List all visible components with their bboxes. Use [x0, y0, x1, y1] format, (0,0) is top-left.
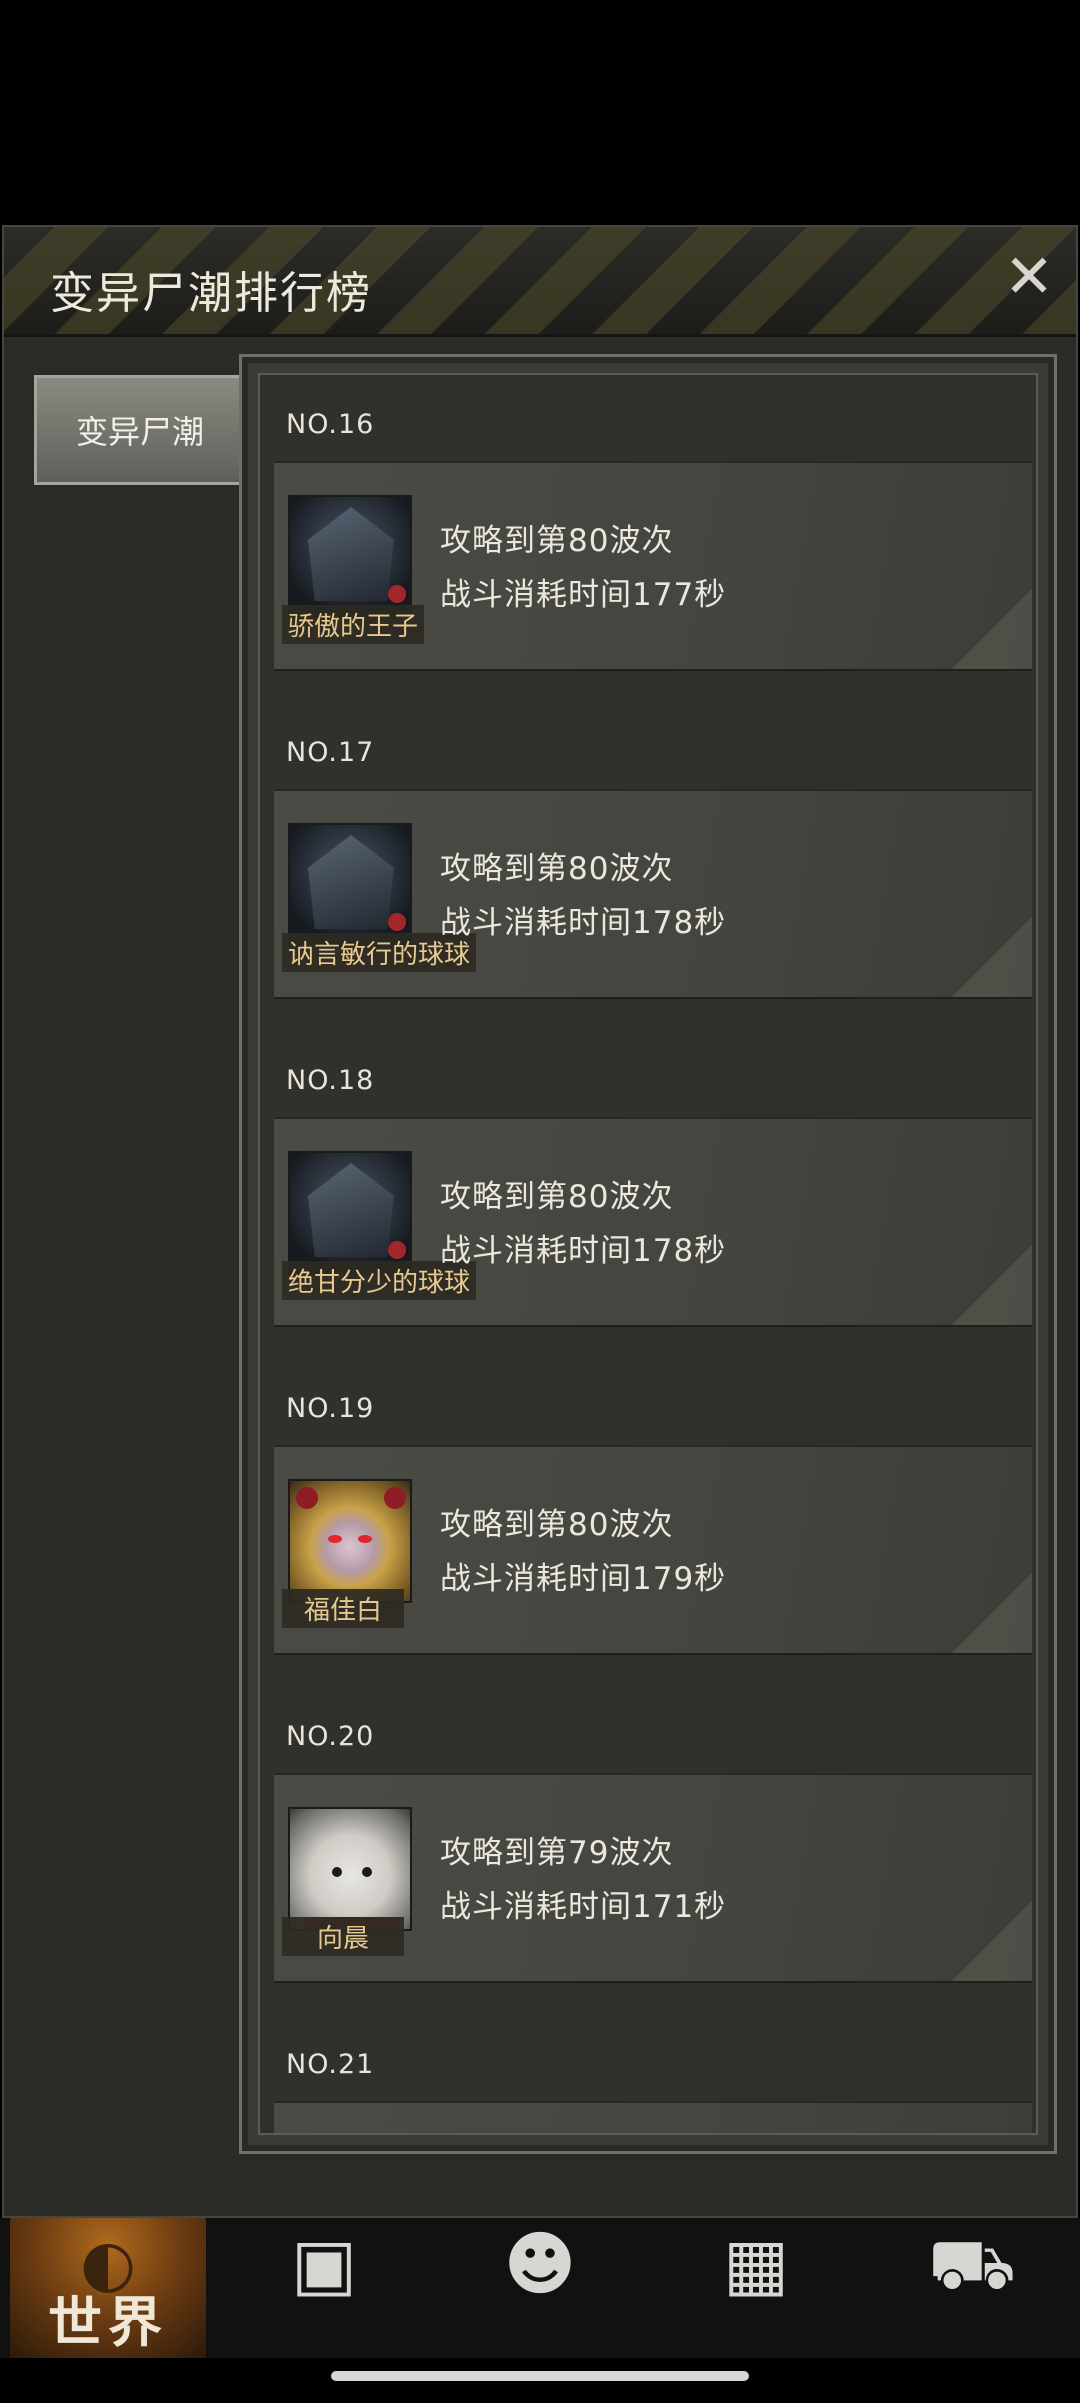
ranking-list-frame: NO.16 骄傲的王子 攻略到第80波次 战斗消耗时间177秒 NO.17 讷言… [239, 354, 1057, 2154]
rank-card[interactable]: NO.16 骄傲的王子 攻略到第80波次 战斗消耗时间177秒 [274, 387, 1032, 669]
rank-number: NO.18 [274, 1043, 1032, 1119]
battle-time-text: 战斗消耗时间179秒 [440, 1561, 727, 1597]
rank-card[interactable]: NO.17 讷言敏行的球球 攻略到第80波次 战斗消耗时间178秒 [274, 715, 1032, 997]
nav-world-label: 世界 [48, 2291, 168, 2354]
wave-progress-text: 攻略到第80波次 [440, 523, 674, 559]
wave-progress-text: 攻略到第80波次 [440, 1179, 674, 1215]
close-icon: ✕ [1003, 242, 1055, 312]
rank-number: NO.19 [274, 1371, 1032, 1447]
player-avatar[interactable] [288, 1807, 412, 1931]
battle-time-text: 战斗消耗时间177秒 [440, 577, 727, 613]
player-avatar[interactable] [288, 1151, 412, 1275]
calculator-icon: ▦ [722, 2223, 790, 2305]
close-button[interactable]: ✕ [1000, 247, 1058, 307]
player-name: 福佳白 [282, 1589, 404, 1628]
battle-time-text: 战斗消耗时间178秒 [440, 1233, 727, 1269]
panel-title: 变异尸潮排行榜 [50, 268, 372, 319]
rank-number: NO.17 [274, 715, 1032, 791]
home-indicator[interactable] [331, 2371, 749, 2381]
wave-progress-text: 攻略到第80波次 [440, 851, 674, 887]
tab-mutant-horde[interactable]: 变异尸潮 [34, 375, 246, 485]
nav-calculator-button[interactable]: ▦ [658, 2218, 854, 2358]
battle-time-text: 战斗消耗时间171秒 [440, 1889, 727, 1925]
cart-icon: ⛟ [927, 2223, 1017, 2305]
wave-progress-text: 攻略到第80波次 [440, 1507, 674, 1543]
rank-card[interactable]: NO.18 绝甘分少的球球 攻略到第80波次 战斗消耗时间178秒 [274, 1043, 1032, 1325]
backpack-icon: ▣ [290, 2223, 358, 2305]
leaderboard-panel: 变异尸潮排行榜 ✕ 变异尸潮 NO.16 骄傲的王子 攻略到第80波次 战斗消耗… [2, 225, 1078, 2218]
rank-card[interactable]: NO.19 福佳白 攻略到第80波次 战斗消耗时间179秒 [274, 1371, 1032, 1653]
bottom-nav: ◐ 世界 ▣ ☻ ▦ ⛟ [0, 2218, 1080, 2358]
player-avatar[interactable] [288, 1479, 412, 1603]
player-name: 向晨 [282, 1917, 404, 1956]
rank-number: NO.21 [274, 2027, 1032, 2103]
head-gear-icon: ☻ [503, 2223, 577, 2305]
nav-shop-button[interactable]: ⛟ [874, 2218, 1070, 2358]
ranking-list[interactable]: NO.16 骄傲的王子 攻略到第80波次 战斗消耗时间177秒 NO.17 讷言… [258, 373, 1038, 2135]
rank-card[interactable]: NO.21 [274, 2027, 1032, 2133]
rank-number: NO.20 [274, 1699, 1032, 1775]
title-bar: 变异尸潮排行榜 ✕ [4, 227, 1076, 337]
player-avatar[interactable] [288, 495, 412, 619]
wave-progress-text: 攻略到第79波次 [440, 1835, 674, 1871]
player-avatar[interactable] [288, 823, 412, 947]
nav-backpack-button[interactable]: ▣ [226, 2218, 422, 2358]
player-name: 骄傲的王子 [282, 605, 425, 644]
battle-time-text: 战斗消耗时间178秒 [440, 905, 727, 941]
nav-world-button[interactable]: ◐ 世界 [10, 2218, 206, 2358]
rank-number: NO.16 [274, 387, 1032, 463]
rank-card[interactable]: NO.20 向晨 攻略到第79波次 战斗消耗时间171秒 [274, 1699, 1032, 1981]
nav-skills-button[interactable]: ☻ [442, 2218, 638, 2358]
